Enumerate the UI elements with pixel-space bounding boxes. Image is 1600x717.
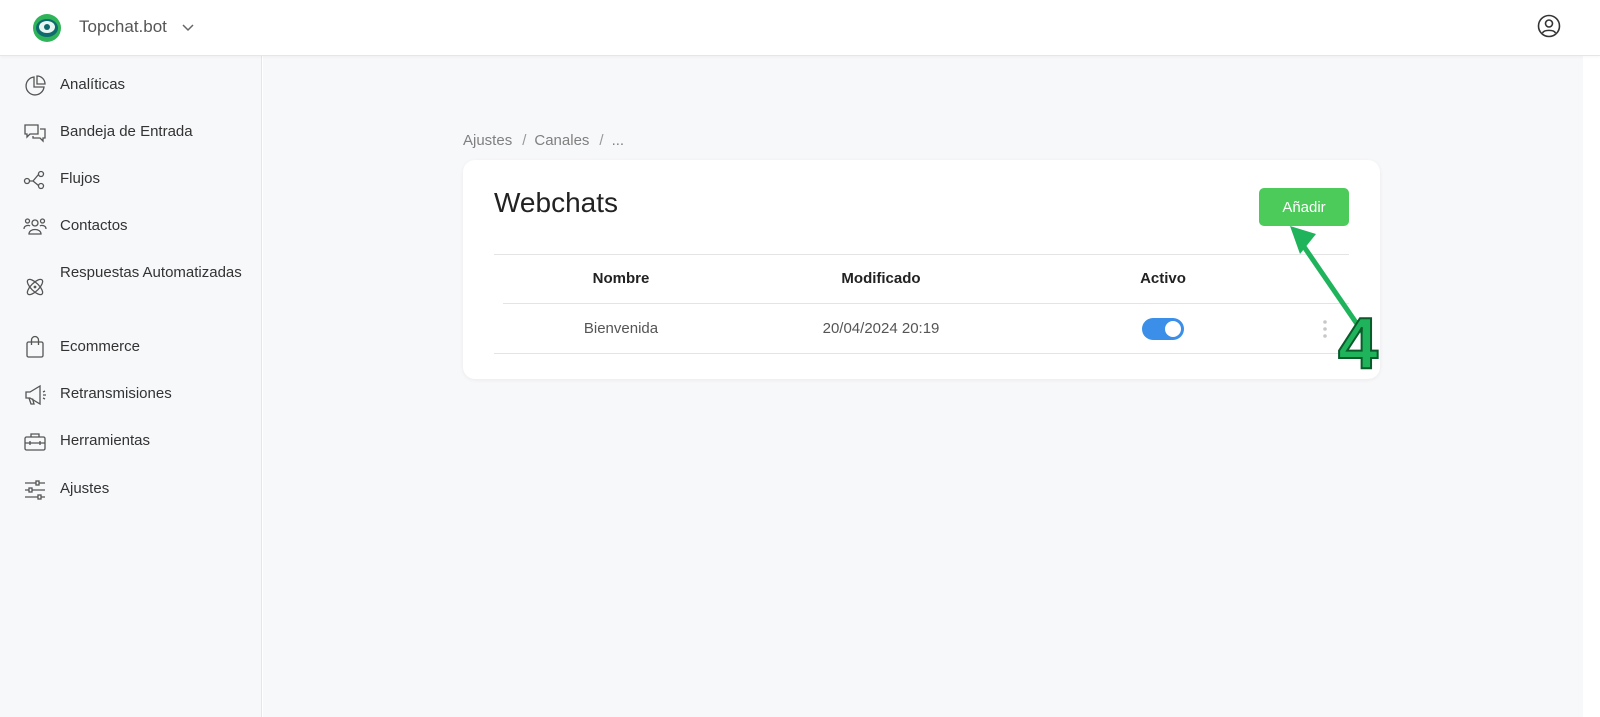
sidebar-item-ajustes[interactable]: Ajustes (0, 476, 262, 506)
sidebar-item-bandeja[interactable]: Bandeja de Entrada (0, 119, 262, 149)
cell-modificado: 20/04/2024 20:19 (822, 320, 940, 337)
sidebar-item-retransmisiones[interactable]: Retransmisiones (0, 381, 262, 411)
main-content (263, 56, 1583, 717)
chat-bubbles-icon (24, 124, 46, 143)
column-header-nombre: Nombre (592, 270, 650, 287)
pie-chart-icon (25, 75, 46, 96)
workspace-name[interactable]: Topchat.bot (79, 17, 167, 37)
shopping-bag-icon (26, 335, 44, 358)
breadcrumb: Ajustes / Canales /... (463, 132, 630, 149)
atom-icon (26, 278, 44, 296)
top-bar: Topchat.bot (0, 0, 1600, 56)
arrow-head (1290, 226, 1316, 254)
sidebar-item-label: Ecommerce (60, 338, 141, 355)
column-header-modificado: Modificado (841, 270, 921, 287)
breadcrumb-separator: / (599, 132, 604, 149)
breadcrumb-item-current: ... (611, 132, 625, 149)
sidebar-item-analiticas[interactable]: Analíticas (0, 72, 262, 102)
toolbox-icon (24, 433, 46, 451)
toggle-knob (1165, 321, 1181, 337)
sliders-icon (25, 480, 45, 500)
chevron-down-icon[interactable] (181, 20, 195, 34)
sidebar-item-flujos[interactable]: Flujos (0, 166, 262, 196)
flow-icon (23, 170, 45, 190)
sidebar-item-ecommerce[interactable]: Ecommerce (0, 334, 262, 364)
topchat-logo-icon[interactable] (32, 13, 62, 43)
table-divider (503, 303, 1349, 304)
table-divider (494, 353, 1349, 354)
sidebar-item-contactos[interactable]: Contactos (0, 213, 262, 243)
column-header-activo: Activo (1140, 270, 1186, 287)
webchats-card: Webchats Añadir Nombre Modificado Activo… (463, 160, 1380, 379)
sidebar-item-label: Retransmisiones (60, 385, 172, 402)
breadcrumb-separator: / (522, 132, 527, 149)
active-toggle[interactable] (1142, 318, 1184, 340)
sidebar-item-herramientas[interactable]: Herramientas (0, 428, 262, 458)
user-account-icon[interactable] (1537, 14, 1561, 38)
sidebar-item-label: Contactos (60, 217, 128, 234)
breadcrumb-item-ajustes[interactable]: Ajustes (463, 132, 512, 149)
sidebar-item-label: Analíticas (60, 76, 126, 93)
megaphone-icon (25, 384, 46, 406)
sidebar-item-label: Respuestas Automatizadas (60, 264, 242, 281)
breadcrumb-item-canales[interactable]: Canales (534, 132, 589, 149)
table-divider (494, 254, 1349, 255)
cell-nombre[interactable]: Bienvenida (521, 320, 721, 337)
step-number: 4 (1338, 304, 1378, 380)
contacts-icon (23, 218, 47, 235)
page-title: Webchats (494, 187, 618, 218)
tutorial-arrow-annotation: 4 (1290, 226, 1379, 380)
sidebar-item-label: Ajustes (60, 480, 110, 497)
sidebar-item-label: Herramientas (60, 432, 151, 449)
sidebar: Analíticas Bandeja de Entrada Flujos Con… (0, 56, 262, 717)
sidebar-item-respuestas[interactable]: Respuestas Automatizadas (0, 260, 262, 316)
sidebar-item-label: Flujos (60, 170, 101, 187)
scrollbar[interactable] (1583, 56, 1600, 717)
sidebar-item-label: Bandeja de Entrada (60, 123, 193, 140)
